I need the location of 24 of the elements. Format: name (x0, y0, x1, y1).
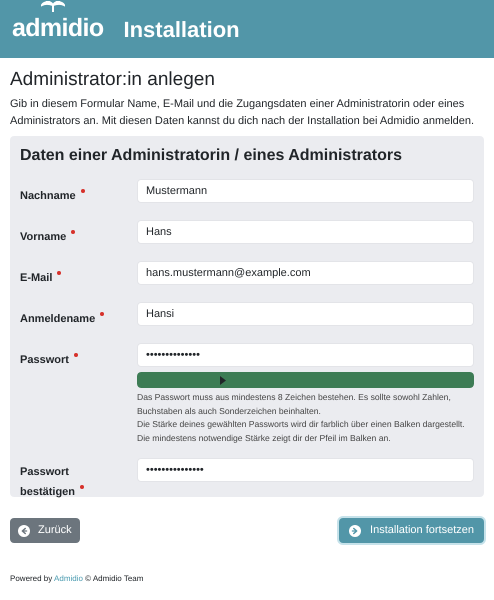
logo-text: admidio (12, 14, 104, 42)
page-title: Installation (123, 16, 240, 44)
text-field[interactable]: Mustermann (137, 179, 474, 203)
password-field[interactable]: •••••••••••••• (137, 343, 474, 367)
heading: Administrator:in anlegen (10, 68, 216, 92)
intro-text: Gib in diesem Formular Name, E-Mail und die Zugangsdaten einer Administratorin oder eines Administrators an. Mit diesen Daten kannst du dich nach der Installation bei Admidio anmelden. (10, 97, 476, 129)
arrow-right-icon (349, 524, 362, 536)
marker-arrow-icon (220, 376, 226, 385)
help-text: Das Passwort muss aus mindestens 8 Zeichen bestehen. Es sollte sowohl Zahlen, Buchstaben als auch Sonderzeichen beinhalten. (137, 391, 452, 418)
field-label: Passwort (20, 350, 78, 370)
help-text: Die Stärke deines gewählten Passworts wird dir farblich über einen Balken dargestellt. Die mindestens notwendige Stärke zeigt dir der Pfeil im Balken an. (137, 418, 466, 445)
field-label: E-Mail (20, 268, 62, 288)
field-label: Nachname (20, 186, 85, 206)
text-field[interactable]: hans.mustermann@example.com (137, 261, 474, 285)
card-title: Daten einer Administratorin / eines Administrators (20, 146, 404, 166)
text-field[interactable]: Hans (137, 220, 474, 244)
back-button[interactable]: Zurück (10, 518, 80, 543)
field-label: Vorname (20, 227, 76, 247)
field-label: Anmeldename (20, 309, 104, 329)
text-field[interactable]: ••••••••••••••• (137, 458, 474, 482)
text-field[interactable]: Hansi (137, 302, 474, 326)
field-label: Passwort bestätigen (20, 462, 108, 502)
footer-text: Powered by Admidio © Admidio Team (10, 573, 144, 585)
arrow-left-icon (18, 524, 30, 536)
